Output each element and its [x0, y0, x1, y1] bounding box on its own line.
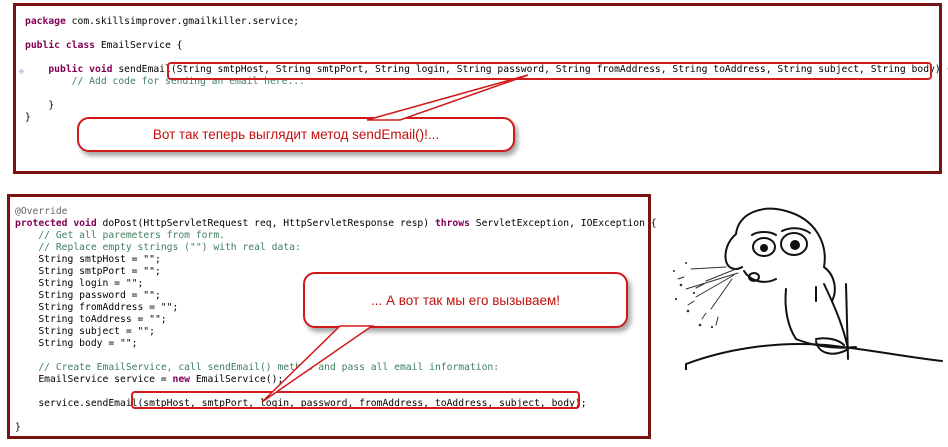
code-line: // Replace empty strings ("") with real … — [15, 242, 657, 254]
code-token: String fromAddress = ""; — [15, 302, 179, 313]
code-line — [25, 28, 948, 40]
code-line: // Create EmailService, call sendEmail()… — [15, 362, 657, 374]
code-line — [15, 350, 657, 362]
code-token: EmailService service = — [15, 374, 173, 385]
code-token: EmailService(); — [189, 374, 284, 385]
code-token: protected void — [15, 218, 97, 229]
code-token: public void — [48, 64, 113, 75]
code-line: String smtpHost = ""; — [15, 254, 657, 266]
code-token: @Override — [15, 206, 68, 217]
top-callout: Вот так теперь выглядит метод sendEmail(… — [77, 117, 515, 152]
code-token: String body = ""; — [15, 338, 138, 349]
spitting-reaction-meme-face — [673, 207, 943, 370]
code-line: protected void doPost(HttpServletRequest… — [15, 218, 657, 230]
code-token: // Replace empty strings ("") with real … — [38, 242, 301, 253]
code-token: String password = ""; — [15, 290, 161, 301]
bottom-callout-text: ... А вот так мы его вызываем! — [370, 292, 561, 308]
code-token: package — [25, 16, 66, 27]
code-token: } — [25, 100, 55, 111]
override-marker-icon: ⊖ — [19, 67, 24, 76]
code-line — [15, 410, 657, 422]
code-line: EmailService service = new EmailService(… — [15, 374, 657, 386]
code-token: String toAddress = ""; — [15, 314, 167, 325]
code-token: new — [172, 374, 190, 385]
method-call-highlight — [131, 391, 580, 409]
bottom-callout: ... А вот так мы его вызываем! — [303, 272, 628, 328]
code-line: String body = ""; — [15, 338, 657, 350]
code-line: // Get all paremeters from form. — [15, 230, 657, 242]
code-line: public class EmailService { — [25, 40, 948, 52]
code-line: package com.skillsimprover.gmailkiller.s… — [25, 16, 948, 28]
code-line — [25, 88, 948, 100]
code-token: doPost(HttpServletRequest req, HttpServl… — [96, 218, 435, 229]
code-line: } — [15, 422, 657, 434]
code-token: com.skillsimprover.gmailkiller.service; — [65, 16, 300, 27]
code-token: // Create EmailService, call sendEmail()… — [38, 362, 500, 373]
code-token: ServletException, IOException { — [469, 218, 657, 229]
code-token: String login = ""; — [15, 278, 144, 289]
code-token: EmailService { — [95, 40, 183, 51]
code-token: public class — [25, 40, 95, 51]
code-token: } — [25, 112, 31, 123]
code-token: } — [15, 422, 21, 433]
code-token: String smtpPort = ""; — [15, 266, 161, 277]
code-token: String subject = ""; — [15, 326, 155, 337]
code-token: // Get all paremeters from form. — [38, 230, 225, 241]
code-line: } — [25, 100, 948, 112]
code-token: String smtpHost = ""; — [15, 254, 161, 265]
method-signature-highlight — [167, 62, 932, 80]
code-token: throws — [434, 218, 470, 229]
top-callout-text: Вот так теперь выглядит метод sendEmail(… — [152, 127, 440, 142]
code-line: @Override — [15, 206, 657, 218]
